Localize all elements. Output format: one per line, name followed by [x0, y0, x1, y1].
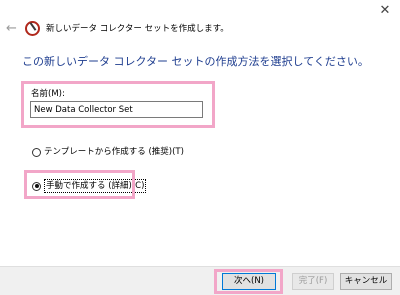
performance-monitor-icon	[25, 21, 40, 36]
back-arrow-icon[interactable]: ←	[6, 22, 20, 36]
cancel-button[interactable]: キャンセル	[340, 273, 392, 290]
finish-button[interactable]: 完了(F)	[292, 273, 334, 290]
radio-label: 手動で作成する (詳細)(C)	[44, 179, 147, 193]
radio-button[interactable]	[32, 147, 41, 157]
name-label: 名前(M):	[31, 89, 65, 99]
radio-button-selected[interactable]	[32, 181, 41, 191]
radio-from-template[interactable]: テンプレートから作成する (推奨)(T)	[32, 146, 184, 158]
data-collector-set-wizard: ← 新しいデータ コレクター セットを作成します。 ✕ この新しいデータ コレク…	[0, 0, 400, 295]
page-heading: この新しいデータ コレクター セットの作成方法を選択してください。	[22, 55, 369, 68]
close-icon[interactable]: ✕	[374, 2, 396, 20]
radio-label: テンプレートから作成する (推奨)(T)	[44, 147, 184, 157]
next-button[interactable]: 次へ(N)	[222, 273, 276, 290]
radio-manual[interactable]: 手動で作成する (詳細)(C)	[32, 179, 147, 193]
wizard-title: 新しいデータ コレクター セットを作成します。	[46, 24, 229, 34]
name-input[interactable]	[30, 101, 203, 118]
